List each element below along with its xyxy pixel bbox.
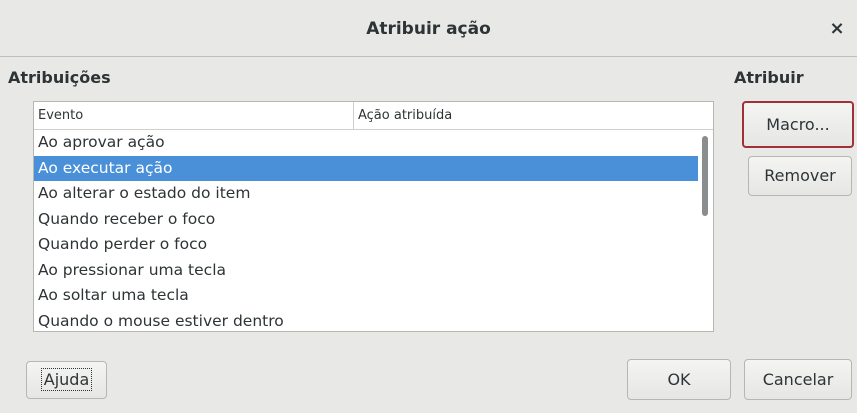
help-button[interactable]: Ajuda xyxy=(26,361,107,399)
list-rows: Ao aprovar ação Ao executar ação Ao alte… xyxy=(34,130,698,331)
assign-heading: Atribuir xyxy=(734,68,804,87)
column-header-assigned-action[interactable]: Ação atribuída xyxy=(354,102,704,129)
events-list[interactable]: Evento Ação atribuída Ao aprovar ação Ao… xyxy=(33,101,714,332)
scrollbar-thumb[interactable] xyxy=(702,136,708,216)
column-header-event[interactable]: Evento xyxy=(34,102,354,129)
close-icon[interactable]: × xyxy=(825,17,849,41)
help-button-label: Ajuda xyxy=(40,368,93,391)
list-header: Evento Ação atribuída xyxy=(34,102,713,130)
list-item[interactable]: Quando perder o foco xyxy=(34,232,698,258)
list-item[interactable]: Quando o mouse estiver dentro xyxy=(34,309,698,332)
list-item[interactable]: Ao alterar o estado do item xyxy=(34,181,698,207)
remove-button[interactable]: Remover xyxy=(748,156,852,196)
assignments-heading: Atribuições xyxy=(8,68,111,87)
list-item[interactable]: Ao soltar uma tecla xyxy=(34,283,698,309)
cancel-button[interactable]: Cancelar xyxy=(744,359,852,400)
list-item[interactable]: Ao aprovar ação xyxy=(34,130,698,156)
list-item[interactable]: Quando receber o foco xyxy=(34,207,698,233)
macro-button[interactable]: Macro... xyxy=(742,101,854,148)
list-item-selected[interactable]: Ao executar ação xyxy=(34,155,698,181)
dialog-title: Atribuir ação xyxy=(366,19,491,39)
list-item[interactable]: Ao pressionar uma tecla xyxy=(34,258,698,284)
ok-button[interactable]: OK xyxy=(627,359,731,400)
assign-action-dialog: Atribuir ação × Atribuições Atribuir Eve… xyxy=(0,0,857,413)
vertical-scrollbar[interactable] xyxy=(698,130,713,331)
title-bar: Atribuir ação × xyxy=(0,0,857,57)
